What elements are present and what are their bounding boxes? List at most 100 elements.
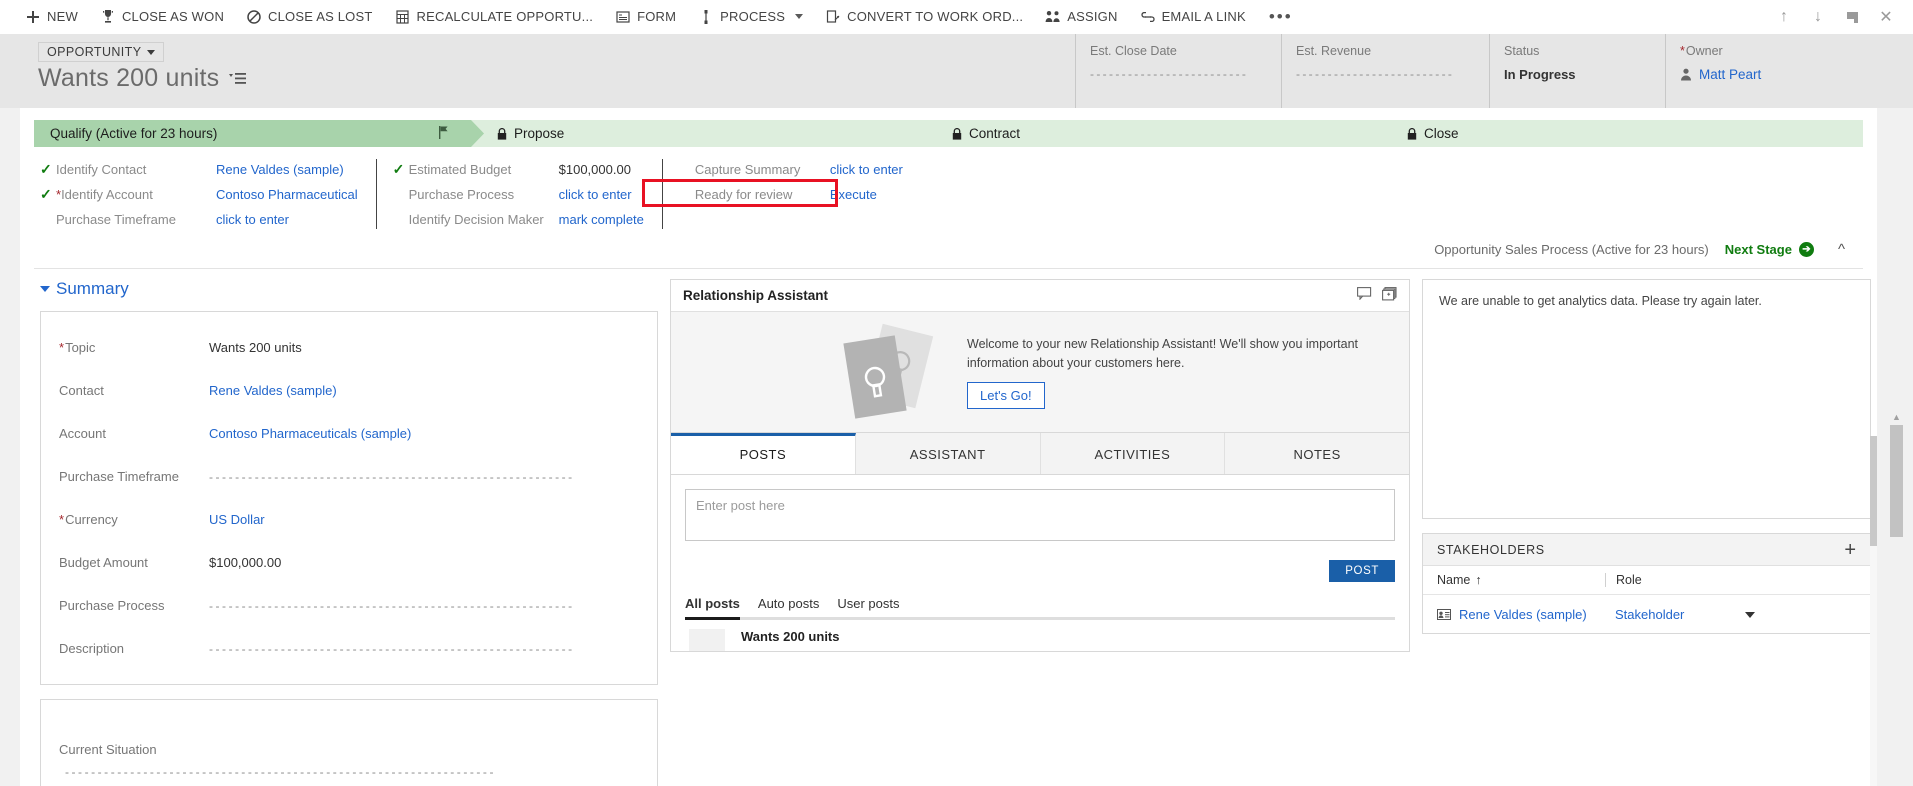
tab-activities[interactable]: ACTIVITIES (1040, 433, 1226, 474)
stakeholder-role-cell[interactable]: Stakeholder (1605, 607, 1745, 622)
new-button[interactable]: NEW (14, 0, 89, 34)
step-value[interactable]: click to enter (830, 162, 903, 177)
stage-propose[interactable]: Propose (471, 120, 939, 147)
filter-user-posts[interactable]: User posts (837, 596, 899, 620)
field-empty-value[interactable]: - - - - - - - - - - - - - - - - - - - - … (209, 599, 639, 613)
assign-button[interactable]: ASSIGN (1034, 0, 1128, 34)
owner-link[interactable]: Matt Peart (1699, 67, 1761, 82)
body-area: Qualify (Active for 23 hours) Propose Co… (0, 108, 1913, 786)
stage-steps-column-1: ✓ Identify Contact Rene Valdes (sample) … (40, 159, 358, 229)
scroll-up-arrow-icon[interactable]: ▲ (1888, 408, 1905, 425)
lock-icon (497, 127, 507, 140)
filter-auto-posts[interactable]: Auto posts (758, 596, 819, 620)
close-icon[interactable]: ✕ (1869, 0, 1903, 34)
flag-icon (439, 126, 449, 142)
field-value[interactable]: US Dollar (209, 512, 265, 527)
feedback-icon[interactable] (1357, 287, 1372, 304)
field-value[interactable]: Wants 200 units (209, 340, 302, 355)
post-button[interactable]: POST (1329, 560, 1395, 582)
summary-section-header[interactable]: Summary (40, 279, 658, 299)
table-row[interactable]: Rene Valdes (sample) Stakeholder (1423, 595, 1870, 633)
plus-icon (25, 9, 41, 25)
stage-close[interactable]: Close (1381, 120, 1863, 147)
step-value[interactable]: click to enter (559, 187, 632, 202)
chevron-down-icon[interactable] (1745, 612, 1755, 618)
step-purchase-timeframe[interactable]: Purchase Timeframe click to enter (40, 209, 358, 229)
relationship-assistant-panel: Relationship Assistant Welcome to your n… (670, 279, 1410, 433)
field-value[interactable]: Contoso Pharmaceuticals (sample) (209, 426, 411, 441)
title-menu-icon[interactable] (229, 72, 247, 86)
current-situation-value[interactable]: - - - - - - - - - - - - - - - - - - - - … (59, 765, 639, 779)
post-input[interactable] (685, 489, 1395, 541)
filter-all-posts[interactable]: All posts (685, 596, 740, 620)
content-area: Qualify (Active for 23 hours) Propose Co… (20, 108, 1877, 786)
required-asterisk: * (1680, 44, 1685, 58)
content-scrollbar-thumb[interactable] (1870, 436, 1877, 546)
collapse-process-icon[interactable]: ^ (1830, 241, 1853, 258)
close-as-won-button[interactable]: CLOSE AS WON (89, 0, 235, 34)
main-content: Summary *Topic Wants 200 units Contact R… (20, 269, 1877, 786)
stage-qualify[interactable]: Qualify (Active for 23 hours) (34, 120, 484, 147)
execute-action-link[interactable]: Execute (830, 187, 877, 202)
step-value[interactable]: Rene Valdes (sample) (216, 162, 344, 177)
form-label: FORM (637, 9, 677, 24)
step-identify-account[interactable]: ✓ *Identify Account Contoso Pharmaceutic… (40, 184, 358, 204)
step-purchase-process[interactable]: Purchase Process click to enter (393, 184, 644, 204)
posts-area: POST All posts Auto posts User posts Wan… (671, 475, 1409, 651)
recalculate-opportunity-button[interactable]: RECALCULATE OPPORTU... (384, 0, 605, 34)
more-commands-button[interactable]: ••• (1257, 8, 1305, 25)
page-scrollbar[interactable]: ▲ (1888, 408, 1905, 786)
tab-notes[interactable]: NOTES (1225, 433, 1409, 474)
close-as-lost-button[interactable]: CLOSE AS LOST (235, 0, 383, 34)
convert-to-work-order-button[interactable]: CONVERT TO WORK ORD... (814, 0, 1034, 34)
process-button[interactable]: PROCESS (687, 0, 814, 34)
est-close-date-value[interactable]: - - - - - - - - - - - - - - - - - - - - … (1090, 67, 1250, 81)
relationship-assistant-title: Relationship Assistant (683, 288, 829, 303)
header-field-est-close-date: Est. Close Date - - - - - - - - - - - - … (1075, 34, 1281, 108)
step-capture-summary[interactable]: Capture Summary click to enter (679, 159, 903, 179)
status-label: Status (1504, 44, 1540, 58)
est-revenue-value[interactable]: - - - - - - - - - - - - - - - - - - - - … (1296, 67, 1456, 81)
person-icon (1680, 68, 1692, 81)
down-arrow-icon[interactable]: ↓ (1801, 0, 1835, 34)
popout-icon[interactable] (1835, 0, 1869, 34)
step-ready-for-review[interactable]: Ready for review Execute (679, 184, 903, 204)
stage-propose-label: Propose (514, 126, 565, 141)
content-scrollbar[interactable] (1870, 436, 1877, 786)
tab-posts[interactable]: POSTS (671, 433, 856, 474)
cards-icon[interactable] (1382, 287, 1397, 304)
page-scrollbar-thumb[interactable] (1890, 425, 1903, 537)
sort-ascending-icon: ↑ (1475, 573, 1482, 587)
step-identify-contact[interactable]: ✓ Identify Contact Rene Valdes (sample) (40, 159, 358, 179)
step-identify-decision-maker[interactable]: Identify Decision Maker mark complete (393, 209, 644, 229)
step-value[interactable]: Contoso Pharmaceutical (216, 187, 358, 202)
list-item[interactable]: Wants 200 units (685, 620, 1395, 651)
assistant-illustration (843, 323, 943, 419)
up-arrow-icon[interactable]: ↑ (1767, 0, 1801, 34)
field-label: Purchase Timeframe (59, 469, 179, 484)
step-value[interactable]: mark complete (559, 212, 644, 227)
step-estimated-budget[interactable]: ✓ Estimated Budget $100,000.00 (393, 159, 644, 179)
add-stakeholder-button[interactable]: + (1844, 540, 1856, 560)
field-value[interactable]: Rene Valdes (sample) (209, 383, 337, 398)
step-value[interactable]: click to enter (216, 212, 289, 227)
header-fields: Est. Close Date - - - - - - - - - - - - … (1075, 34, 1913, 108)
field-empty-value[interactable]: - - - - - - - - - - - - - - - - - - - - … (209, 642, 639, 656)
email-a-link-button[interactable]: EMAIL A LINK (1129, 0, 1257, 34)
field-empty-value[interactable]: - - - - - - - - - - - - - - - - - - - - … (209, 470, 639, 484)
entity-type-selector[interactable]: OPPORTUNITY (38, 42, 165, 62)
record-header-left: OPPORTUNITY Wants 200 units (0, 34, 1075, 108)
form-button[interactable]: FORM (604, 0, 687, 34)
next-stage-button[interactable]: Next Stage ➔ (1725, 242, 1814, 257)
form-icon (615, 9, 631, 25)
field-label: Description (59, 641, 125, 656)
lets-go-button[interactable]: Let's Go! (967, 381, 1045, 409)
stage-contract[interactable]: Contract (926, 120, 1394, 147)
stakeholder-name-link[interactable]: Rene Valdes (sample) (1459, 607, 1587, 622)
analytics-panel: We are unable to get analytics data. Ple… (1422, 279, 1871, 519)
column-header-name[interactable]: Name ↑ (1423, 573, 1605, 587)
entity-type-label: OPPORTUNITY (47, 45, 142, 59)
tab-assistant[interactable]: ASSISTANT (855, 433, 1041, 474)
column-header-role[interactable]: Role (1605, 573, 1745, 587)
field-value[interactable]: $100,000.00 (209, 555, 281, 570)
